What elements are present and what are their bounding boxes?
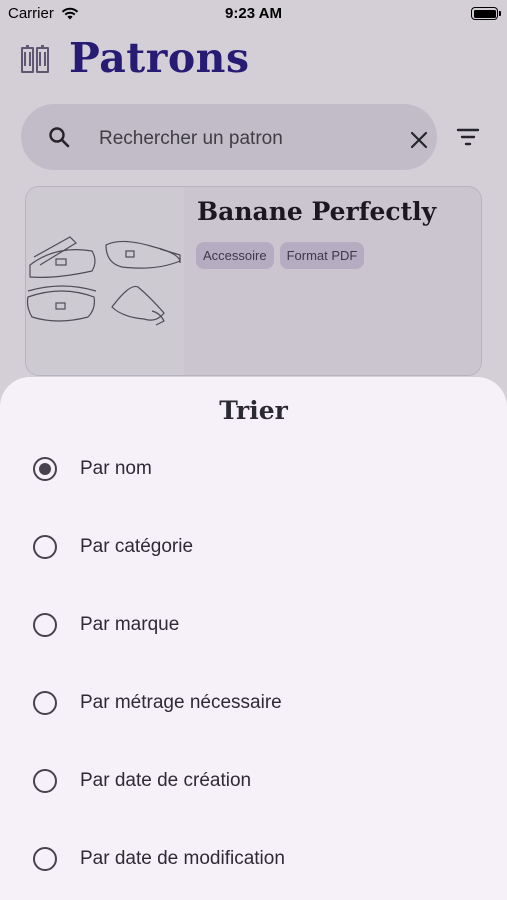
sort-option-label: Par marque [80,614,180,635]
sort-option-category[interactable]: Par catégorie [0,517,507,577]
radio-button[interactable] [33,847,57,871]
sort-option-label: Par nom [80,458,152,479]
sort-option-creation-date[interactable]: Par date de création [0,751,507,811]
radio-button[interactable] [33,769,57,793]
radio-button[interactable] [33,535,57,559]
sort-option-label: Par catégorie [80,536,194,557]
radio-button[interactable] [33,613,57,637]
sort-option-modification-date[interactable]: Par date de modification [0,829,507,889]
sort-bottom-sheet: Trier Par nom Par catégorie Par marque P… [0,377,507,900]
radio-button[interactable] [33,691,57,715]
sort-option-label: Par date de modification [80,848,285,869]
sort-option-label: Par date de création [80,770,252,791]
sort-option-fabric-length[interactable]: Par métrage nécessaire [0,673,507,733]
sheet-title: Trier [219,396,288,425]
radio-button[interactable] [33,457,57,481]
sort-option-name[interactable]: Par nom [0,439,507,499]
sort-option-label: Par métrage nécessaire [80,692,282,713]
sort-option-brand[interactable]: Par marque [0,595,507,655]
